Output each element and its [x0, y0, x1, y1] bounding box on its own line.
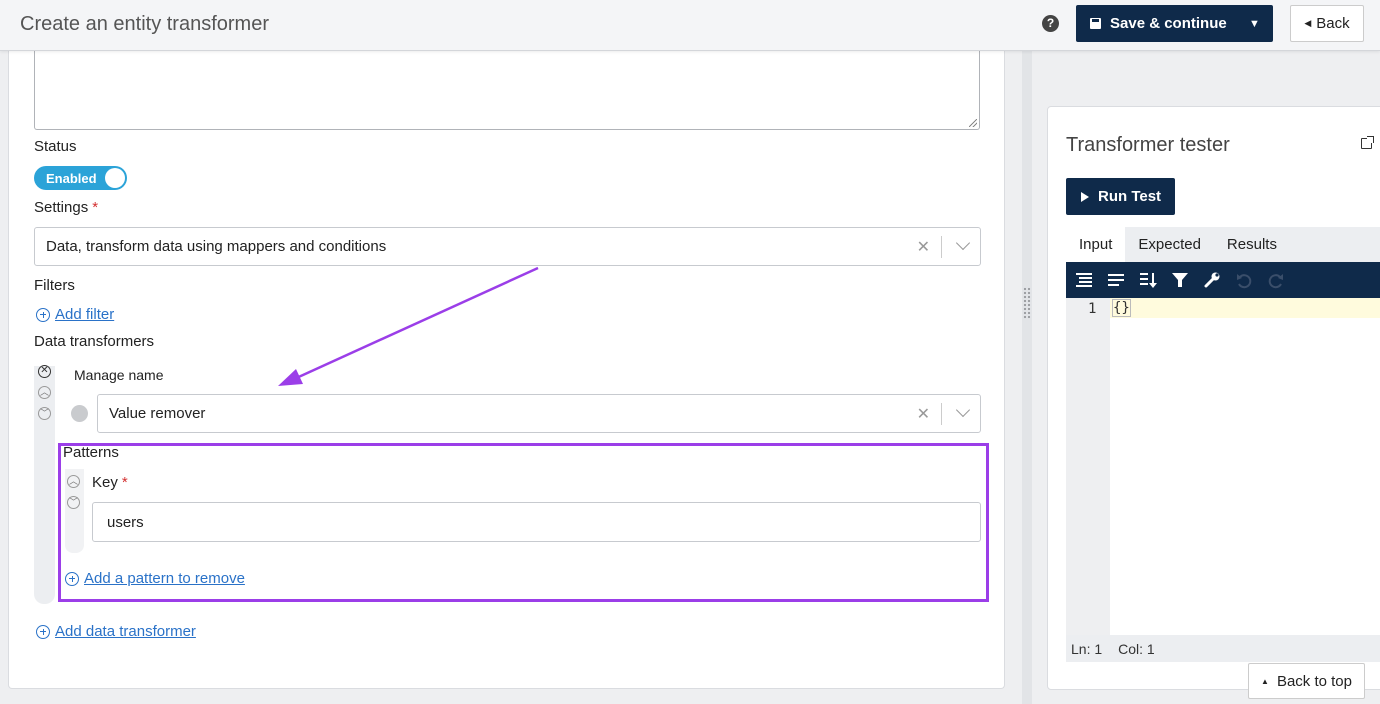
filter-icon[interactable] — [1170, 270, 1190, 290]
compact-icon[interactable] — [1106, 270, 1126, 290]
back-button[interactable]: ◀ Back — [1290, 5, 1364, 42]
settings-label: Settings * — [34, 199, 98, 216]
add-pattern-label: Add a pattern to remove — [84, 570, 245, 587]
settings-select[interactable]: Data, transform data using mappers and c… — [34, 227, 981, 266]
plus-circle-icon — [36, 307, 50, 322]
floppy-disk-icon — [1090, 18, 1101, 29]
move-down-icon[interactable]: ﹀ — [38, 407, 51, 420]
select-separator — [941, 236, 942, 258]
caret-up-icon: ▲ — [1261, 676, 1269, 686]
form-panel: Status Enabled Settings * Data, transform… — [8, 51, 1005, 689]
wrench-icon[interactable] — [1202, 270, 1222, 290]
required-mark: * — [92, 199, 99, 216]
chevron-down-icon[interactable] — [955, 402, 971, 418]
code-editor[interactable]: 1 {} — [1066, 298, 1380, 635]
status-label: Status — [34, 138, 77, 155]
save-continue-label: Save & continue — [1110, 15, 1227, 32]
play-icon — [1081, 191, 1089, 202]
drag-handle-icon[interactable] — [1023, 287, 1031, 319]
back-label: Back — [1316, 15, 1350, 32]
format-icon[interactable] — [1074, 270, 1094, 290]
required-mark: * — [121, 474, 128, 491]
transformer-rail — [34, 366, 55, 604]
back-to-top-button[interactable]: ▲ Back to top — [1248, 663, 1365, 699]
code-text: {} — [1112, 299, 1131, 317]
status-toggle-label: Enabled — [46, 170, 97, 186]
remove-transformer-icon[interactable]: ✕ — [38, 365, 51, 378]
status-toggle[interactable]: Enabled — [34, 166, 127, 190]
panel-divider — [1022, 51, 1032, 704]
tester-title: Transformer tester — [1066, 134, 1230, 156]
add-pattern-link[interactable]: Add a pattern to remove — [65, 570, 245, 587]
manage-name-label: Manage name — [74, 367, 164, 383]
add-filter-label: Add filter — [55, 306, 115, 323]
page-header: Create an entity transformer ? Save & co… — [0, 0, 1380, 51]
run-test-button[interactable]: Run Test — [1066, 178, 1175, 215]
save-options-dropdown[interactable]: ▼ — [1236, 5, 1273, 42]
status-dot — [71, 405, 88, 422]
plus-circle-icon — [36, 624, 50, 639]
code-line: {} — [1112, 299, 1131, 317]
key-input[interactable]: users — [92, 502, 981, 542]
data-transformers-label: Data transformers — [34, 333, 155, 350]
editor-status-bar: Ln: 1 Col: 1 — [1066, 635, 1380, 662]
tab-expected[interactable]: Expected — [1125, 227, 1214, 262]
toggle-knob — [105, 168, 125, 188]
transformer-type-value: Value remover — [109, 405, 206, 422]
editor-gutter: 1 — [1066, 298, 1110, 635]
description-textarea[interactable] — [34, 51, 980, 130]
tab-input[interactable]: Input — [1066, 227, 1126, 262]
pattern-move-down-icon[interactable]: ﹀ — [67, 496, 80, 509]
tab-results[interactable]: Results — [1214, 227, 1290, 262]
key-input-value: users — [107, 513, 144, 531]
key-label-text: Key — [92, 474, 118, 491]
redo-icon[interactable] — [1266, 270, 1286, 290]
editor-toolbar — [1066, 262, 1380, 298]
caret-left-icon: ◀ — [1304, 18, 1312, 28]
transformer-tester-panel: Transformer tester Run Test Input Expect… — [1047, 106, 1380, 690]
transformer-type-select[interactable]: Value remover ✕ — [97, 394, 981, 433]
run-test-label: Run Test — [1098, 188, 1162, 205]
status-line: Ln: 1 — [1071, 640, 1103, 657]
caret-down-icon: ▼ — [1249, 17, 1260, 30]
key-label: Key * — [92, 474, 128, 491]
save-continue-button[interactable]: Save & continue — [1076, 5, 1236, 42]
select-separator — [941, 403, 942, 425]
line-number: 1 — [1088, 301, 1097, 317]
add-filter-link[interactable]: Add filter — [36, 306, 114, 323]
add-data-transformer-label: Add data transformer — [55, 623, 196, 640]
resize-grip-icon[interactable] — [969, 119, 977, 127]
clear-icon[interactable]: ✕ — [917, 404, 930, 424]
filters-label: Filters — [34, 277, 75, 294]
help-icon[interactable]: ? — [1042, 15, 1059, 32]
chevron-down-icon[interactable] — [955, 235, 971, 251]
settings-select-value: Data, transform data using mappers and c… — [46, 238, 387, 255]
save-continue-button-group: Save & continue ▼ — [1076, 5, 1273, 42]
tester-tabs: Input Expected Results — [1066, 227, 1380, 262]
page-title: Create an entity transformer — [20, 13, 269, 35]
patterns-label: Patterns — [63, 444, 119, 461]
clear-icon[interactable]: ✕ — [917, 237, 930, 257]
sort-icon[interactable] — [1138, 270, 1158, 290]
active-line-highlight — [1110, 298, 1380, 318]
add-data-transformer-link[interactable]: Add data transformer — [36, 623, 196, 640]
back-to-top-label: Back to top — [1276, 672, 1352, 690]
status-column: Col: 1 — [1118, 640, 1155, 657]
settings-label-text: Settings — [34, 199, 89, 216]
plus-circle-icon — [65, 571, 79, 586]
external-link-icon[interactable] — [1361, 136, 1374, 149]
undo-icon[interactable] — [1234, 270, 1254, 290]
pattern-move-up-icon[interactable]: ︿ — [67, 475, 80, 488]
move-up-icon[interactable]: ︿ — [38, 386, 51, 399]
